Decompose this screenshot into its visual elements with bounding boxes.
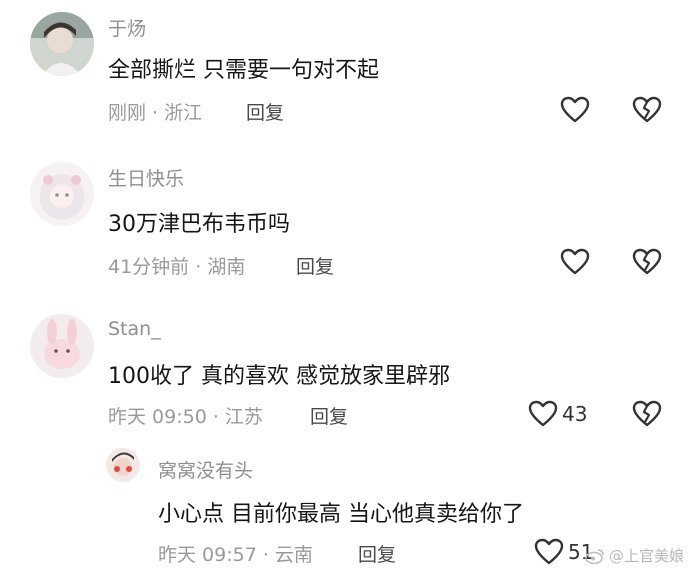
comment-meta: 41分钟前 · 湖南 [108, 256, 246, 278]
comment-meta: 刚刚 · 浙江 [108, 102, 203, 124]
heart-outline-icon [560, 248, 590, 276]
reply-button[interactable]: 回复 [246, 98, 284, 125]
heart-outline-icon [534, 538, 564, 566]
heart-outline-icon [560, 96, 590, 124]
watermark-text: @上官美娘 [608, 547, 684, 565]
comment-meta: 昨天 09:50 · 江苏 [108, 406, 263, 428]
username[interactable]: 窝窝没有头 [158, 456, 253, 483]
username[interactable]: Stan_ [108, 318, 161, 340]
heart-outline-icon [528, 400, 558, 428]
watermark: @上官美娘 [585, 545, 684, 566]
avatar[interactable] [30, 314, 94, 378]
like-button[interactable] [560, 248, 590, 276]
comment-time: 昨天 09:57 [158, 544, 257, 566]
reply-button[interactable]: 回复 [296, 252, 334, 279]
dislike-button[interactable] [632, 400, 662, 428]
comment-text: 30万津巴布韦币吗 [108, 212, 290, 237]
like-count: 43 [562, 402, 588, 426]
comment-item: 生日快乐 30万津巴布韦币吗 41分钟前 · 湖南 回复 [0, 150, 690, 300]
avatar[interactable] [30, 12, 94, 76]
comment-time: 刚刚 [108, 102, 147, 124]
comment-time: 41分钟前 [108, 256, 190, 278]
broken-heart-icon [632, 400, 662, 428]
comment-time: 昨天 09:50 [108, 406, 207, 428]
comment-location: 云南 [274, 544, 313, 566]
username[interactable]: 生日快乐 [108, 164, 184, 191]
avatar[interactable] [30, 162, 94, 226]
broken-heart-icon [632, 96, 662, 124]
broken-heart-icon [632, 248, 662, 276]
avatar[interactable] [106, 448, 140, 482]
comment-location: 江苏 [224, 406, 263, 428]
comment-item: 于炀 全部撕烂 只需要一句对不起 刚刚 · 浙江 回复 [0, 0, 690, 150]
comment-location: 浙江 [164, 102, 203, 124]
reply-button[interactable]: 回复 [310, 402, 348, 429]
dislike-button[interactable] [632, 96, 662, 124]
comment-location: 湖南 [207, 256, 246, 278]
like-button[interactable]: 43 [528, 400, 587, 428]
dislike-button[interactable] [632, 248, 662, 276]
username[interactable]: 于炀 [108, 14, 146, 41]
comment-text: 100收了 真的喜欢 感觉放家里辟邪 [108, 364, 450, 389]
comment-text: 全部撕烂 只需要一句对不起 [108, 58, 379, 83]
comment-meta: 昨天 09:57 · 云南 [158, 544, 313, 566]
comment-text: 小心点 目前你最高 当心他真卖给你了 [158, 502, 524, 527]
weibo-logo [585, 548, 605, 564]
like-button[interactable] [560, 96, 590, 124]
reply-button[interactable]: 回复 [358, 540, 396, 567]
comment-item: Stan_ 100收了 真的喜欢 感觉放家里辟邪 昨天 09:50 · 江苏 回… [0, 302, 690, 442]
